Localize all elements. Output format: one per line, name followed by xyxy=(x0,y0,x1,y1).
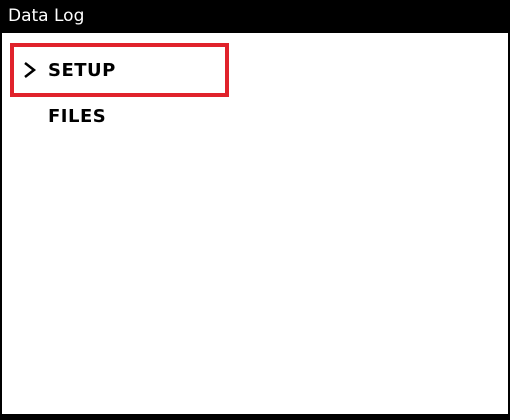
title-bar: Data Log xyxy=(0,0,510,33)
screen-title: Data Log xyxy=(8,6,85,26)
menu-item-label: FILES xyxy=(48,106,107,127)
menu-item-label: SETUP xyxy=(48,60,116,81)
menu-item-files[interactable]: FILES xyxy=(10,97,229,147)
menu-item-setup[interactable]: SETUP xyxy=(10,43,229,97)
device-screen: Data Log SETUP FILES xyxy=(0,0,510,420)
chevron-right-icon xyxy=(22,60,38,80)
